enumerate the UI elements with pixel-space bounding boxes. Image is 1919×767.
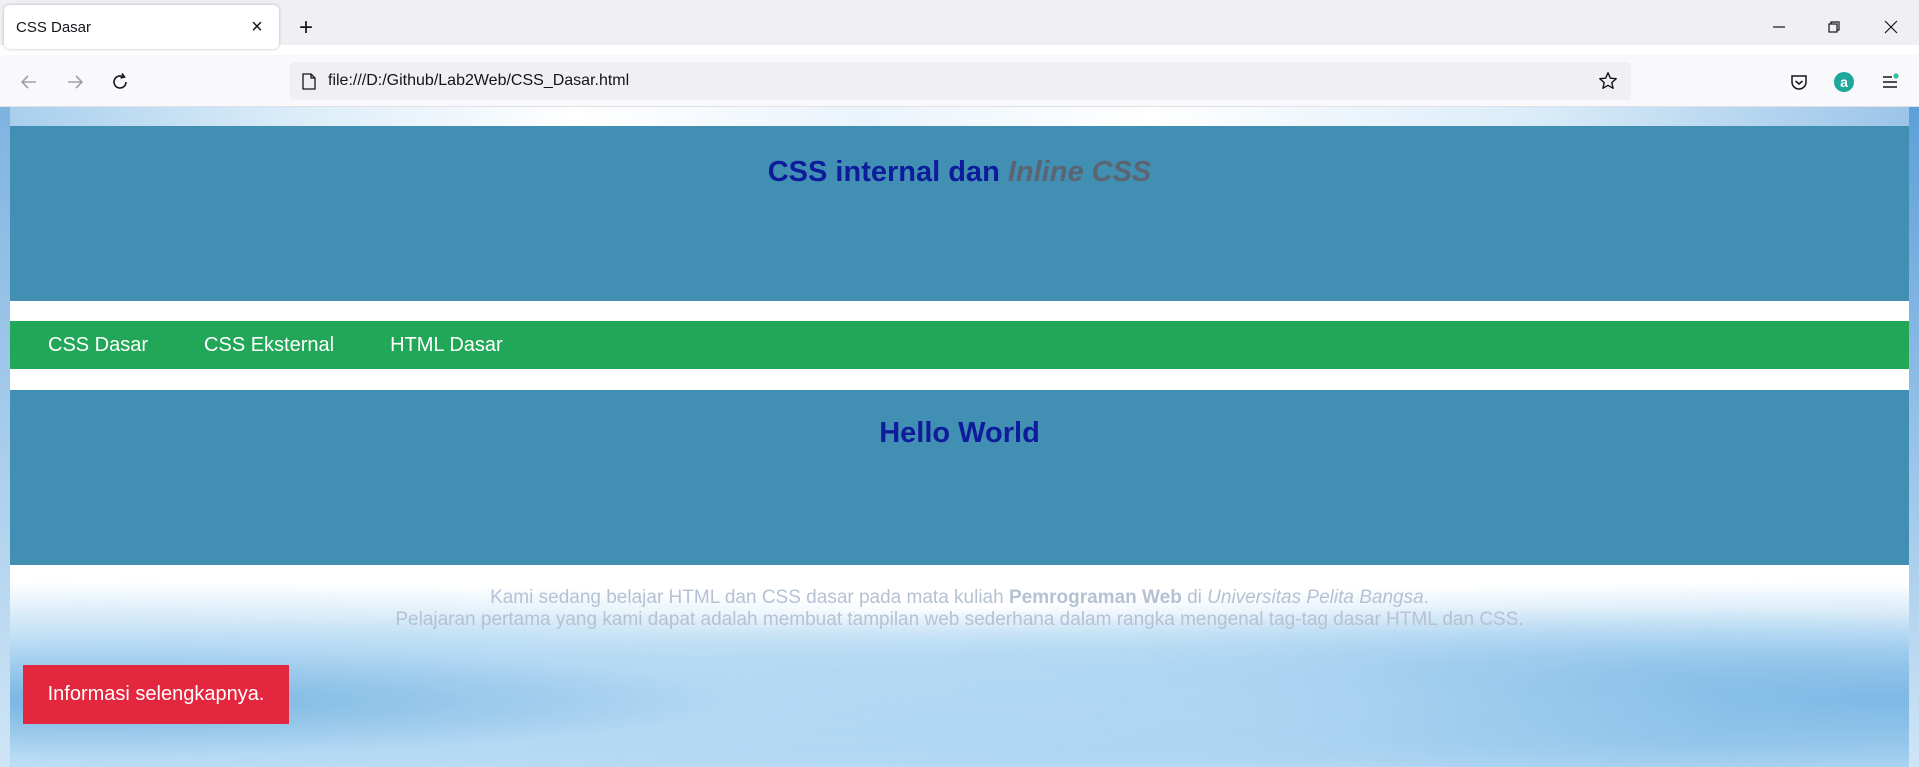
reload-icon[interactable] [105,67,135,97]
tab-strip: CSS Dasar × + [0,0,1919,49]
tab-close-icon[interactable]: × [247,16,267,38]
pocket-icon[interactable] [1784,67,1814,97]
forward-icon[interactable] [60,67,90,97]
tab-title: CSS Dasar [16,18,92,36]
content-title: Hello World [879,417,1040,449]
footer-line1-end: . [1423,587,1429,608]
footer-line1-italic: Universitas Pelita Bangsa [1207,587,1424,608]
page-viewport: CSS internal dan Inline CSS CSS Dasar CS… [0,107,1919,767]
new-tab-icon[interactable]: + [290,12,322,44]
background-pattern-left [0,107,10,767]
app-menu-icon[interactable] [1875,67,1905,97]
footer-line1-pre: Kami sedang belajar HTML dan CSS dasar p… [490,587,1009,608]
background-pattern-bottom [0,547,1919,767]
content-box: Hello World [10,390,1909,565]
navigation-toolbar: file:///D:/Github/Lab2Web/CSS_Dasar.html… [0,55,1919,107]
footer-line-1: Kami sedang belajar HTML dan CSS dasar p… [0,587,1919,609]
close-window-icon[interactable] [1873,10,1909,44]
menu-item-css-dasar[interactable]: CSS Dasar [48,334,148,357]
more-info-button[interactable]: Informasi selengkapnya. [23,665,289,724]
header-title: CSS internal dan Inline CSS [10,156,1909,189]
footer-line1-mid: di [1181,587,1208,608]
main-menu: CSS Dasar CSS Eksternal HTML Dasar [10,321,1909,369]
url-text[interactable]: file:///D:/Github/Lab2Web/CSS_Dasar.html [328,72,1593,90]
menu-item-css-eksternal[interactable]: CSS Eksternal [204,334,334,357]
header-title-main: CSS internal dan [767,156,1008,188]
restore-icon[interactable] [1816,10,1852,44]
minimize-icon[interactable] [1761,10,1797,44]
browser-tab[interactable]: CSS Dasar × [4,5,279,49]
footer-text: Kami sedang belajar HTML dan CSS dasar p… [0,587,1919,631]
page-header: CSS internal dan Inline CSS [10,126,1909,301]
document-icon [300,72,318,90]
header-title-inline: Inline CSS [1007,156,1152,188]
footer-line1-bold: Pemrograman Web [1008,587,1182,608]
extension-a-icon[interactable]: a [1829,67,1859,97]
svg-text:a: a [1840,74,1848,90]
bookmark-star-icon[interactable] [1593,66,1623,96]
url-bar[interactable]: file:///D:/Github/Lab2Web/CSS_Dasar.html [290,62,1631,100]
back-icon[interactable] [14,67,44,97]
background-pattern-right [1909,107,1919,767]
footer-line-2: Pelajaran pertama yang kami dapat adalah… [395,609,1524,630]
menu-item-html-dasar[interactable]: HTML Dasar [390,334,503,357]
